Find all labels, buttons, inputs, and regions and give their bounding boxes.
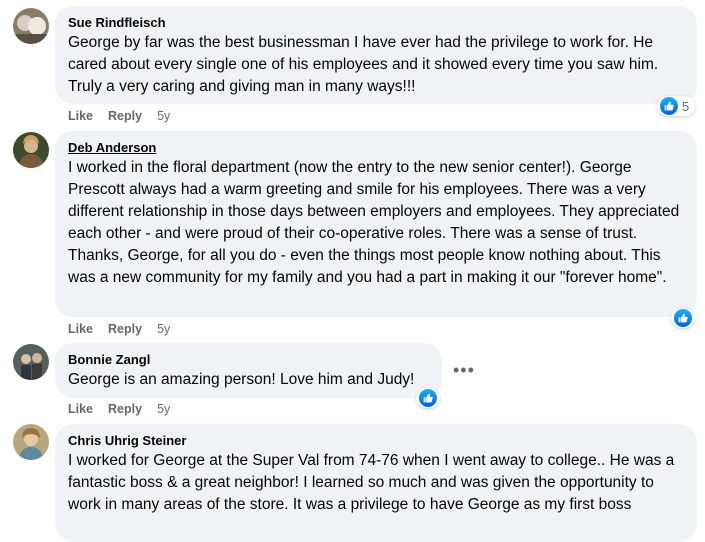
avatar[interactable] [13, 344, 49, 380]
like-link[interactable]: Like [68, 322, 93, 336]
comment-text: I worked in the floral department (now t… [68, 159, 680, 286]
comment-actions: Like Reply 5y [68, 402, 185, 416]
timestamp[interactable]: 5y [157, 402, 170, 416]
comment-actions: Like Reply 5y [68, 322, 185, 336]
reply-link[interactable]: Reply [108, 322, 142, 336]
avatar[interactable] [13, 132, 49, 168]
reply-link[interactable]: Reply [108, 402, 142, 416]
like-link[interactable]: Like [68, 109, 93, 123]
avatar[interactable] [13, 8, 49, 44]
reply-link[interactable]: Reply [108, 109, 142, 123]
like-reaction-icon [660, 97, 678, 115]
timestamp[interactable]: 5y [157, 322, 170, 336]
timestamp[interactable]: 5y [157, 109, 170, 123]
reaction-badge[interactable]: 5 [657, 96, 696, 116]
comment-author[interactable]: Sue Rindfleisch [68, 14, 684, 31]
comment-bubble: Bonnie Zangl George is an amazing person… [55, 343, 442, 398]
comment-bubble: Deb Anderson I worked in the floral depa… [55, 131, 697, 317]
like-reaction-icon [674, 309, 692, 327]
comment-author[interactable]: Deb Anderson [68, 139, 684, 156]
comment-author[interactable]: Bonnie Zangl [68, 351, 429, 368]
comment-bubble: Sue Rindfleisch George by far was the be… [55, 6, 697, 104]
like-reaction-icon [419, 389, 437, 407]
reaction-badge[interactable] [416, 388, 440, 408]
reaction-count: 5 [682, 98, 690, 114]
comment-bubble: Chris Uhrig Steiner I worked for George … [55, 424, 697, 542]
comment-text: I worked for George at the Super Val fro… [68, 452, 675, 513]
more-options-icon[interactable]: ••• [453, 360, 475, 381]
like-link[interactable]: Like [68, 402, 93, 416]
comment-text: George by far was the best businessman I… [68, 34, 659, 95]
reaction-badge[interactable] [671, 308, 695, 328]
comment-text: George is an amazing person! Love him an… [68, 371, 415, 388]
comment-actions: Like Reply 5y [68, 109, 185, 123]
avatar[interactable] [13, 424, 49, 460]
comment-author[interactable]: Chris Uhrig Steiner [68, 432, 684, 449]
